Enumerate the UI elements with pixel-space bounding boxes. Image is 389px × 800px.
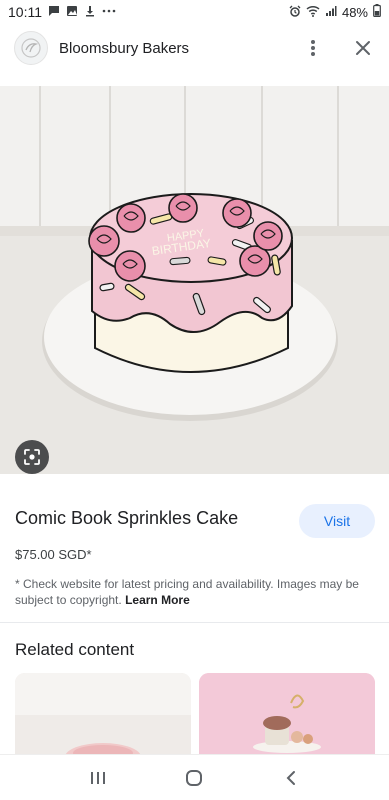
- battery-icon: [373, 4, 381, 20]
- status-time: 10:11: [8, 4, 42, 20]
- disclaimer: * Check website for latest pricing and a…: [15, 576, 365, 608]
- close-button[interactable]: [351, 36, 375, 60]
- back-button[interactable]: [271, 758, 311, 798]
- close-icon: [356, 41, 370, 55]
- download-icon: [84, 5, 96, 20]
- home-button[interactable]: [174, 758, 214, 798]
- status-left: 10:11: [8, 4, 116, 20]
- visit-button[interactable]: Visit: [299, 504, 375, 538]
- learn-more-link[interactable]: Learn More: [125, 593, 190, 607]
- signal-icon: [325, 5, 337, 20]
- recents-button[interactable]: [78, 758, 118, 798]
- cake-photo: HAPPY BIRTHDAY: [0, 86, 389, 474]
- back-icon: [286, 770, 295, 785]
- product-image[interactable]: HAPPY BIRTHDAY: [0, 86, 389, 474]
- site-logo[interactable]: [14, 31, 48, 65]
- status-bar: 10:11 48%: [0, 0, 389, 24]
- battery-percent: 48%: [341, 4, 368, 20]
- home-icon: [186, 769, 203, 786]
- related-card-1[interactable]: [15, 673, 191, 763]
- system-nav-bar: [0, 754, 389, 800]
- alarm-icon: [289, 5, 301, 20]
- image-icon: [66, 5, 78, 20]
- recents-icon: [91, 771, 106, 784]
- product-title[interactable]: Comic Book Sprinkles Cake: [15, 508, 238, 529]
- more-vert-icon: [311, 40, 315, 56]
- related-image-2: [199, 673, 375, 763]
- divider: [0, 622, 389, 623]
- related-card-2[interactable]: [199, 673, 375, 763]
- status-right: 48%: [289, 4, 381, 20]
- lens-icon: [24, 449, 40, 465]
- message-icon: [48, 5, 60, 20]
- more-dots-icon: [102, 5, 116, 20]
- header: Bloomsbury Bakers: [0, 24, 389, 72]
- lens-button[interactable]: [15, 440, 49, 474]
- site-name[interactable]: Bloomsbury Bakers: [59, 40, 189, 57]
- bakery-logo-icon: [21, 38, 41, 58]
- related-content-heading: Related content: [15, 640, 135, 659]
- related-image-1: [15, 673, 191, 763]
- product-price: $75.00 SGD*: [15, 547, 92, 562]
- more-options-button[interactable]: [301, 36, 325, 60]
- header-actions: [301, 36, 375, 60]
- wifi-icon: [306, 5, 320, 20]
